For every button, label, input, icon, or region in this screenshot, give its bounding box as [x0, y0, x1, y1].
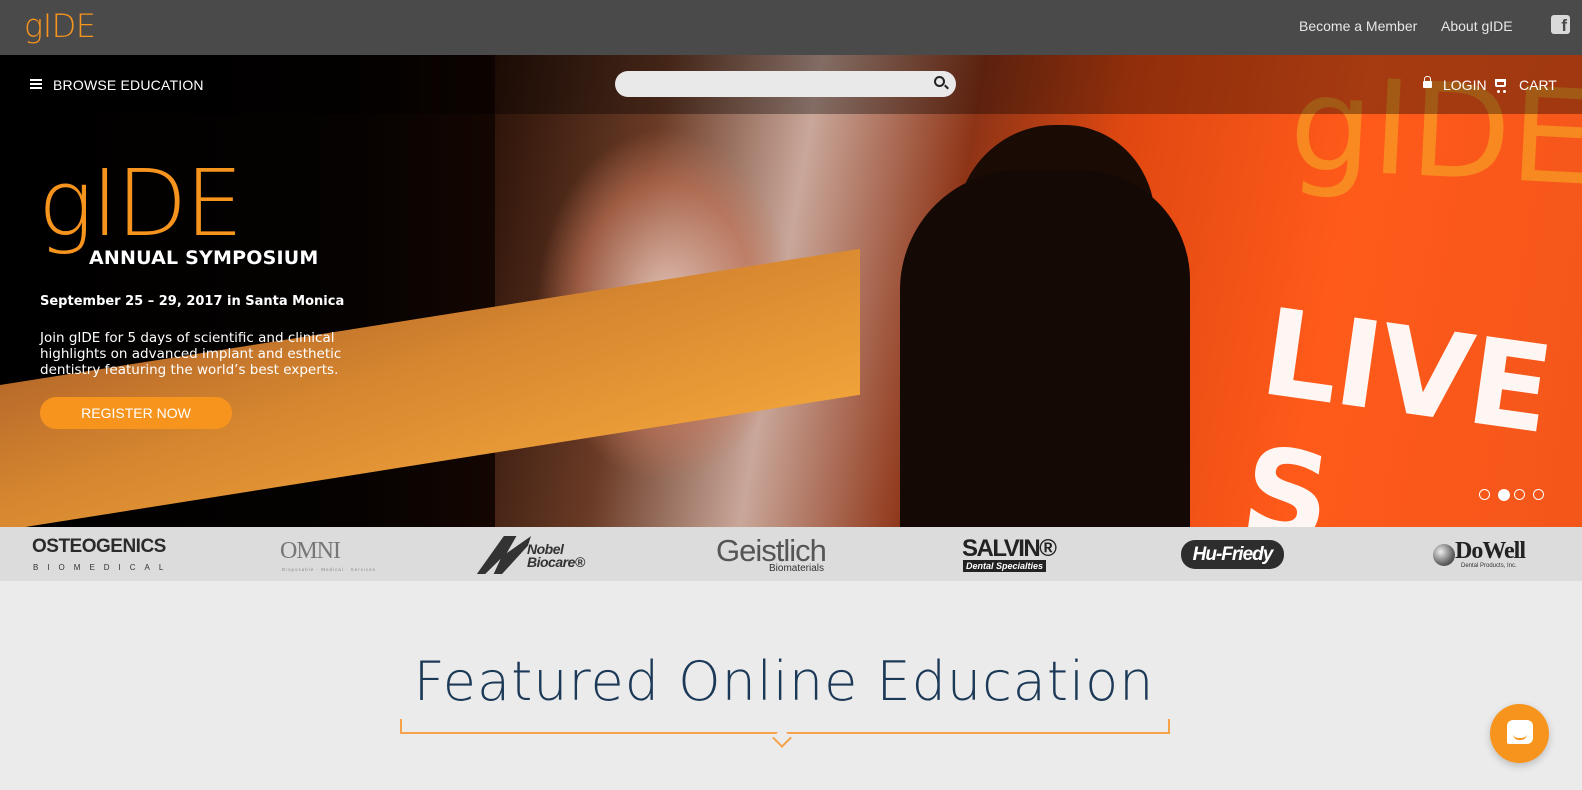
sponsor-geistlich-sub: Biomaterials	[769, 563, 825, 574]
search-icon[interactable]	[934, 76, 945, 87]
featured-section-title: Featured Online Education	[413, 650, 1155, 713]
sponsor-osteogenics-logo[interactable]: OSTEOGENICS	[32, 536, 166, 558]
sponsor-salvin-logo[interactable]: SALVIN®	[962, 535, 1057, 563]
facebook-icon[interactable]	[1551, 15, 1570, 36]
login-link[interactable]: LOGIN	[1443, 77, 1487, 93]
register-now-button[interactable]: REGISTER NOW	[40, 397, 232, 429]
sponsor-nobel-logo[interactable]: Nobel Biocare®	[527, 542, 585, 570]
sponsor-osteogenics-sub: BIOMEDICAL	[33, 563, 173, 572]
chat-icon	[1507, 720, 1533, 744]
live-screen-text: LIVE S	[1234, 283, 1559, 531]
cart-icon	[1495, 79, 1506, 93]
site-logo[interactable]: gIDE	[24, 7, 96, 45]
search-input[interactable]	[615, 71, 956, 97]
carousel-dot-4[interactable]	[1533, 489, 1544, 500]
hero-banner: gIDE LIVE S	[0, 55, 1582, 531]
sponsor-dowell-sub: Dental Products, Inc.	[1461, 563, 1517, 569]
symposium-description: Join gIDE for 5 days of scientific and c…	[40, 330, 342, 378]
symposium-date: September 25 – 29, 2017 in Santa Monica	[40, 294, 345, 309]
speaker-silhouette	[900, 170, 1190, 531]
sponsor-omni-logo[interactable]: OMNI	[280, 538, 341, 565]
hamburger-menu-icon[interactable]	[30, 79, 42, 89]
symposium-subtitle: ANNUAL SYMPOSIUM	[89, 247, 319, 269]
sponsor-salvin-sub: Dental Specialties	[963, 560, 1047, 572]
about-link[interactable]: About gIDE	[1441, 18, 1513, 34]
carousel-dot-1[interactable]	[1479, 489, 1490, 500]
lock-icon	[1423, 76, 1432, 88]
cart-link[interactable]: CART	[1519, 77, 1557, 93]
nobel-line2: Biocare®	[527, 554, 585, 570]
carousel-dot-3[interactable]	[1514, 489, 1525, 500]
dowell-globe-icon	[1433, 544, 1455, 566]
carousel-dot-2[interactable]	[1498, 489, 1510, 501]
symposium-logo: gIDE	[38, 150, 243, 257]
sponsor-omni-sub: Disposable · Medical · Services	[282, 567, 377, 572]
become-member-link[interactable]: Become a Member	[1299, 18, 1417, 34]
browse-education-button[interactable]: BROWSE EDUCATION	[53, 77, 204, 93]
sponsor-hufriedy-logo[interactable]: Hu-Friedy	[1181, 540, 1284, 569]
sponsor-dowell-logo[interactable]: DoWell	[1455, 538, 1526, 565]
